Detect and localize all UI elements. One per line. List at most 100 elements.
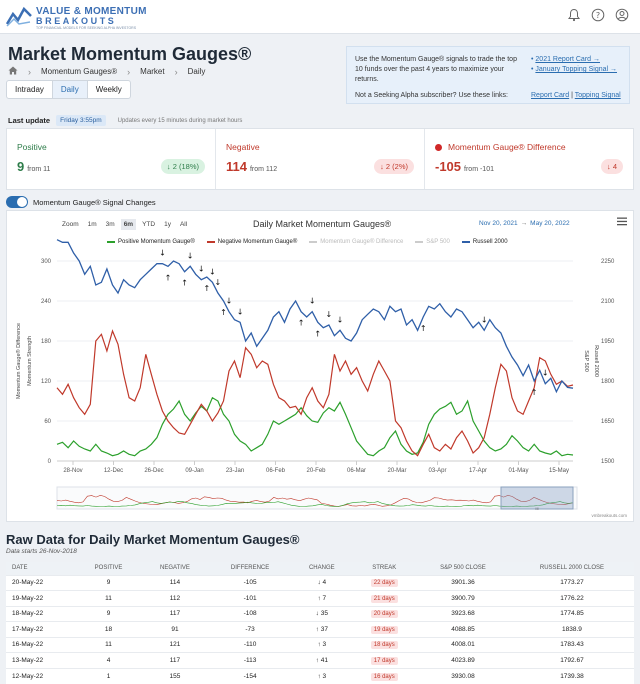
tab-intraday[interactable]: Intraday	[7, 81, 53, 98]
breadcrumb-item-momentum-gauges[interactable]: Momentum Gauges®	[41, 67, 117, 76]
logo-mark-icon	[6, 6, 32, 27]
signal-up-arrow-icon: ↑	[181, 279, 188, 288]
cell-streak: 22 days	[352, 574, 417, 591]
col-date[interactable]: DATE	[6, 562, 77, 575]
bell-icon[interactable]	[566, 8, 582, 24]
x-tick-label: 06-Mar	[347, 468, 366, 474]
home-icon[interactable]	[8, 66, 18, 77]
cell-russell-close: 1838.9	[509, 621, 634, 637]
streak-badge: 19 days	[370, 625, 398, 634]
streak-badge: 16 days	[370, 672, 398, 681]
signal-down-arrow-icon: ↓	[337, 315, 344, 324]
raw-data-table: DATE POSITIVE NEGATIVE DIFFERENCE CHANGE…	[6, 562, 634, 684]
svg-text:?: ?	[596, 11, 600, 20]
y-right-tick-label: 1650	[601, 419, 615, 425]
cell-date: 12-May-22	[6, 667, 77, 684]
y-left-tick-label: 120	[41, 379, 52, 385]
col-russell-close[interactable]: RUSSELL 2000 CLOSE	[509, 562, 634, 575]
cell-change: ↑ 37	[291, 621, 353, 637]
cell-streak: 18 days	[352, 636, 417, 653]
raw-data-title: Raw Data for Daily Market Momentum Gauge…	[6, 532, 300, 547]
cell-positive: 4	[76, 652, 141, 668]
x-tick-label: 23-Jan	[226, 468, 244, 474]
col-sp500-close[interactable]: S&P 500 CLOSE	[416, 562, 510, 575]
col-negative[interactable]: NEGATIVE	[140, 562, 210, 575]
signal-changes-label: Momentum Gauge® Signal Changes	[33, 197, 156, 207]
negative-gauge-label: Negative	[226, 142, 260, 152]
link-separator: |	[571, 92, 573, 99]
cell-change: ↑ 41	[291, 652, 353, 668]
difference-gauge-label: Momentum Gauge® Difference	[435, 142, 566, 152]
cell-difference: -101	[209, 590, 292, 606]
change-value: 3	[322, 672, 327, 680]
table-row: 12-May-22 1 155 -154 ↑ 3 16 days 3930.08 1739.3…	[6, 667, 634, 684]
cell-difference: -154	[209, 667, 292, 684]
x-tick-label: 20-Mar	[387, 468, 406, 474]
logo-tagline: TOP FINANCIAL MODELS FOR SEEKING ALPHA I…	[36, 26, 137, 30]
col-difference[interactable]: DIFFERENCE	[209, 562, 292, 575]
positive-gauge-card: Positive 9 from 11 ↓ 2 (18%)	[7, 129, 216, 189]
x-tick-label: 03-Apr	[428, 468, 446, 474]
signal-up-arrow-icon: ↑	[420, 324, 427, 333]
change-value: 37	[320, 625, 328, 633]
y-right-tick-label: 2250	[601, 259, 615, 265]
y-right-tick-label: 1950	[601, 339, 615, 345]
positive-gauge-change-badge: ↓ 2 (18%)	[160, 159, 205, 174]
signal-down-arrow-icon: ↓	[309, 297, 316, 306]
x-tick-label: 01-May	[508, 468, 528, 474]
report-card-link[interactable]: Report Card	[531, 92, 569, 99]
cell-streak: 19 days	[352, 621, 417, 637]
chevron-right-icon: ›	[127, 66, 131, 77]
top-bar: VALUE & MOMENTUM BREAKOUTS TOP FINANCIAL…	[0, 0, 640, 34]
update-frequency-note: Updates every 15 minutes during market h…	[117, 117, 243, 124]
col-change[interactable]: CHANGE	[291, 562, 353, 575]
user-icon[interactable]	[614, 8, 630, 24]
col-streak[interactable]: STREAK	[352, 562, 417, 575]
change-arrow-icon: ↓	[317, 579, 321, 587]
change-value: 7	[322, 594, 327, 602]
breadcrumb-item-market[interactable]: Market	[140, 67, 164, 76]
cell-sp500-close: 4023.89	[416, 652, 510, 668]
negative-gauge-previous: from 112	[249, 166, 278, 173]
x-tick-label: 12-Dec	[104, 468, 123, 474]
change-arrow-icon: ↑	[315, 656, 319, 664]
y-right-tick-label: 1500	[601, 459, 615, 465]
change-value: 41	[320, 656, 328, 664]
topping-signal-link[interactable]: Topping Signal	[575, 92, 621, 99]
page-title: Market Momentum Gauges®	[8, 44, 252, 64]
gauge-cards: Positive 9 from 11 ↓ 2 (18%) Negative 114…	[6, 128, 634, 190]
cell-change: ↓ 4	[291, 574, 353, 591]
last-update-label: Last update	[8, 116, 51, 125]
help-icon[interactable]: ?	[590, 8, 606, 24]
y-left-axis-subtitle: Momentum Strength	[27, 336, 33, 386]
signal-down-arrow-icon: ↓	[215, 278, 222, 287]
y-right-axis-subtitle: Russell 2000	[593, 345, 599, 377]
table-row: 13-May-22 4 117 -113 ↑ 41 17 days 4023.89 1792.…	[6, 652, 634, 668]
signal-changes-toggle[interactable]	[6, 196, 28, 208]
cell-russell-close: 1774.85	[509, 605, 634, 622]
tab-weekly[interactable]: Weekly	[88, 81, 130, 98]
cell-positive: 1	[76, 667, 141, 684]
navigator-background	[56, 486, 578, 510]
signal-down-arrow-icon: ↓	[187, 251, 194, 260]
cell-russell-close: 1792.67	[509, 652, 634, 668]
cell-negative: 155	[140, 667, 210, 684]
promo-link-list: 2021 Report Card → January Topping Signa…	[531, 55, 617, 75]
y-left-tick-label: 60	[44, 419, 51, 425]
report-card-2021-link[interactable]: 2021 Report Card →	[535, 56, 600, 63]
tab-daily[interactable]: Daily	[52, 81, 88, 98]
x-tick-label: 06-Feb	[266, 468, 286, 474]
positive-gauge-label: Positive	[17, 142, 47, 152]
table-row: 19-May-22 11 112 -101 ↑ 7 21 days 3900.79 1776.…	[6, 590, 634, 606]
col-positive[interactable]: POSITIVE	[76, 562, 141, 575]
cell-negative: 114	[140, 574, 210, 591]
january-topping-signal-link[interactable]: January Topping Signal →	[535, 66, 617, 73]
cell-date: 18-May-22	[6, 605, 77, 622]
cell-sp500-close: 4088.85	[416, 621, 510, 637]
site-logo[interactable]: VALUE & MOMENTUM BREAKOUTS TOP FINANCIAL…	[6, 4, 146, 30]
x-tick-label: 17-Apr	[469, 468, 487, 474]
cell-streak: 21 days	[352, 590, 417, 606]
raw-data-subtitle: Data starts 26-Nov-2018	[6, 548, 77, 555]
cell-streak: 20 days	[352, 605, 417, 622]
y-left-tick-label: 240	[41, 299, 52, 305]
